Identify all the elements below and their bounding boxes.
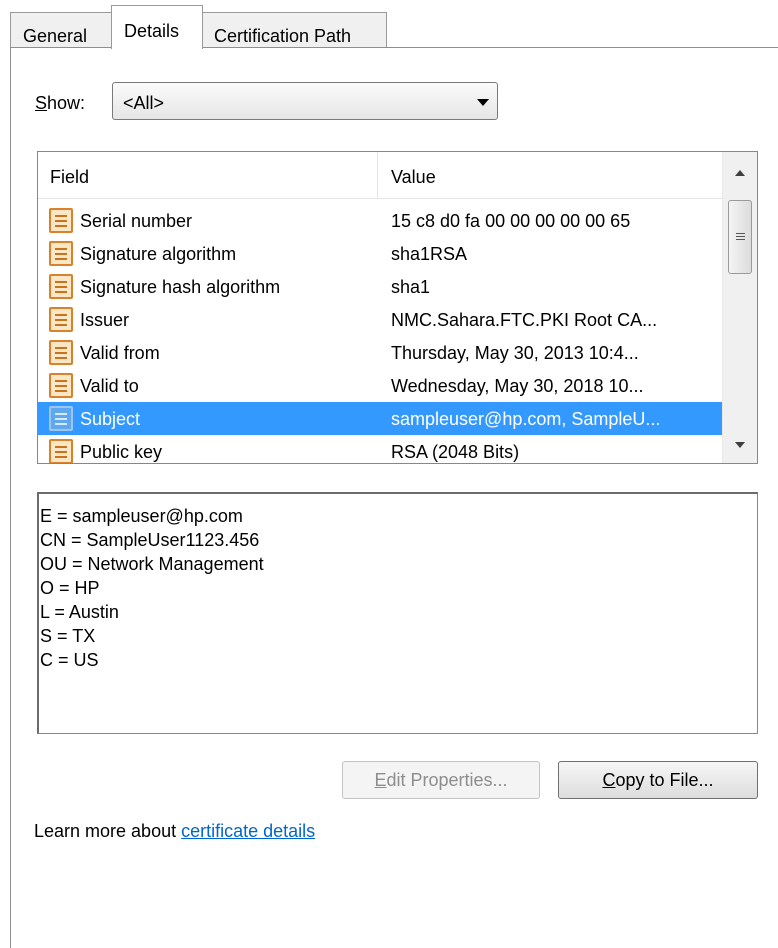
tab-pane-border — [10, 47, 778, 948]
tab-certification-path[interactable]: Certification Path — [201, 12, 387, 48]
tab-general[interactable]: General — [10, 12, 113, 48]
tab-certification-path-label: Certification Path — [214, 26, 352, 46]
tab-details[interactable]: Details — [111, 5, 203, 49]
tab-details-label: Details — [124, 21, 180, 41]
tab-general-label: General — [23, 26, 88, 46]
